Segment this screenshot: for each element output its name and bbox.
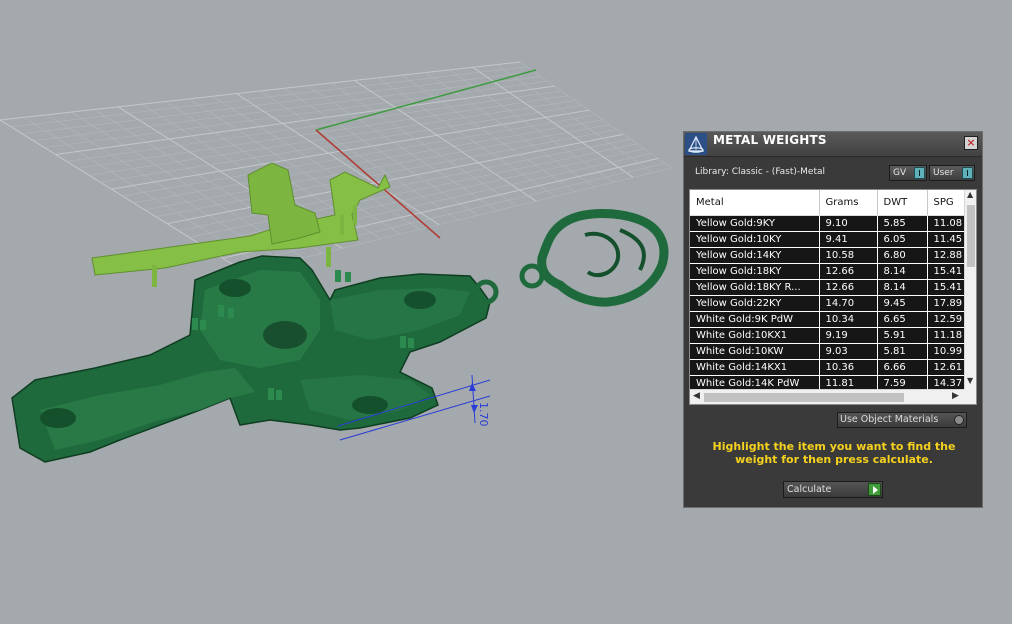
close-button[interactable]: × — [964, 136, 978, 150]
cell-spg: 12.59 — [927, 311, 966, 328]
grid-line — [425, 72, 595, 188]
cell-metal: Yellow Gold:9KY — [690, 215, 820, 232]
calculate-label: Calculate — [787, 484, 832, 495]
scrollbar-corner — [964, 389, 976, 404]
cell-metal: Yellow Gold:18KY R... — [690, 279, 820, 296]
cell-dwt: 8.14 — [877, 263, 928, 280]
scroll-right-arrow-icon[interactable]: ▶ — [952, 391, 959, 401]
cell-metal: Yellow Gold:10KY — [690, 231, 820, 248]
library-label: Library: Classic - (Fast)-Metal — [695, 167, 826, 177]
panel-titlebar[interactable]: METAL WEIGHTS × — [684, 132, 982, 157]
calculate-button[interactable]: Calculate — [783, 481, 883, 498]
scroll-left-arrow-icon[interactable]: ◀ — [693, 391, 700, 401]
column-header-grams[interactable]: Grams — [819, 190, 878, 216]
table-row[interactable]: Yellow Gold:18KY R... 12.66 8.14 15.41 — [690, 279, 966, 296]
vertical-scrollbar[interactable]: ▲ ▼ — [964, 190, 976, 389]
cell-metal: White Gold:9K PdW — [690, 311, 820, 328]
cell-metal: Yellow Gold:18KY — [690, 263, 820, 280]
instruction-text: Highlight the item you want to find the … — [712, 440, 956, 466]
cell-metal: Yellow Gold:22KY — [690, 295, 820, 312]
cell-dwt: 6.05 — [877, 231, 928, 248]
metal-weights-icon — [685, 133, 707, 155]
cell-spg: 11.08 — [927, 215, 966, 232]
gv-toggle-knob — [914, 167, 925, 179]
cell-dwt: 5.81 — [877, 343, 928, 360]
cell-grams: 14.70 — [819, 295, 878, 312]
table-row[interactable]: Yellow Gold:9KY 9.10 5.85 11.08 — [690, 215, 966, 232]
grid-line — [283, 88, 479, 216]
cell-spg: 12.88 — [927, 247, 966, 264]
horizontal-scroll-thumb[interactable] — [704, 393, 904, 402]
gv-toggle[interactable]: GV — [889, 165, 927, 181]
cell-grams: 9.03 — [819, 343, 878, 360]
gv-toggle-label: GV — [893, 168, 907, 178]
use-object-materials-label: Use Object Materials — [840, 414, 939, 425]
radio-icon — [954, 415, 964, 425]
cell-spg: 11.45 — [927, 231, 966, 248]
metal-weights-table[interactable]: Metal Grams DWT SPG Yellow Gold:9KY 9.10 5… — [689, 189, 977, 405]
cell-dwt: 9.45 — [877, 295, 928, 312]
user-toggle-label: User — [933, 168, 954, 178]
cell-grams: 10.34 — [819, 311, 878, 328]
cell-grams: 9.10 — [819, 215, 878, 232]
cell-metal: White Gold:10KX1 — [690, 327, 820, 344]
horizontal-scrollbar[interactable]: ◀ ▶ — [690, 389, 964, 404]
table-row[interactable]: Yellow Gold:18KY 12.66 8.14 15.41 — [690, 263, 966, 280]
column-header-spg[interactable]: SPG — [927, 190, 966, 216]
scroll-down-arrow-icon[interactable]: ▼ — [967, 376, 973, 385]
table-row[interactable]: White Gold:9K PdW 10.34 6.65 12.59 — [690, 311, 966, 328]
cell-dwt: 6.66 — [877, 359, 928, 376]
cell-spg: 15.41 — [927, 263, 966, 280]
cell-dwt: 6.80 — [877, 247, 928, 264]
cell-spg: 17.89 — [927, 295, 966, 312]
column-header-metal[interactable]: Metal — [690, 190, 820, 216]
table-row[interactable]: Yellow Gold:10KY 9.41 6.05 11.45 — [690, 231, 966, 248]
cell-dwt: 8.14 — [877, 279, 928, 296]
cell-spg: 10.99 — [927, 343, 966, 360]
scroll-up-arrow-icon[interactable]: ▲ — [967, 190, 973, 199]
vertical-scroll-thumb[interactable] — [967, 205, 975, 267]
cell-grams: 10.58 — [819, 247, 878, 264]
cell-dwt: 6.65 — [877, 311, 928, 328]
y-axis-line — [315, 69, 537, 131]
cell-grams: 12.66 — [819, 263, 878, 280]
cell-metal: White Gold:14KX1 — [690, 359, 820, 376]
panel-title: METAL WEIGHTS — [713, 133, 827, 147]
table-row[interactable]: White Gold:10KX1 9.19 5.91 11.18 — [690, 327, 966, 344]
use-object-materials-toggle[interactable]: Use Object Materials — [837, 412, 967, 428]
cross-pendant-model[interactable] — [11, 255, 499, 463]
bail-model[interactable] — [519, 209, 669, 307]
dimension-label: 1.70 — [477, 402, 490, 427]
cell-dwt: 5.85 — [877, 215, 928, 232]
table-row[interactable]: Yellow Gold:14KY 10.58 6.80 12.88 — [690, 247, 966, 264]
cell-metal: White Gold:10KW — [690, 343, 820, 360]
cell-spg: 11.18 — [927, 327, 966, 344]
cell-grams: 9.41 — [819, 231, 878, 248]
cell-grams: 9.19 — [819, 327, 878, 344]
user-toggle-knob — [962, 167, 973, 179]
grid-line — [496, 64, 653, 173]
cell-grams: 12.66 — [819, 279, 878, 296]
column-header-dwt[interactable]: DWT — [877, 190, 928, 216]
user-toggle[interactable]: User — [929, 165, 975, 181]
cell-grams: 10.36 — [819, 359, 878, 376]
grid-line — [472, 66, 634, 178]
metal-weights-panel: METAL WEIGHTS × Library: Classic - (Fast… — [683, 131, 983, 508]
table-row[interactable]: White Gold:14KX1 10.36 6.66 12.61 — [690, 359, 966, 376]
cell-spg: 15.41 — [927, 279, 966, 296]
table-row[interactable]: White Gold:10KW 9.03 5.81 10.99 — [690, 343, 966, 360]
play-arrow-icon — [868, 483, 881, 496]
cell-dwt: 5.91 — [877, 327, 928, 344]
cell-spg: 12.61 — [927, 359, 966, 376]
table-row[interactable]: Yellow Gold:22KY 14.70 9.45 17.89 — [690, 295, 966, 312]
cell-metal: Yellow Gold:14KY — [690, 247, 820, 264]
